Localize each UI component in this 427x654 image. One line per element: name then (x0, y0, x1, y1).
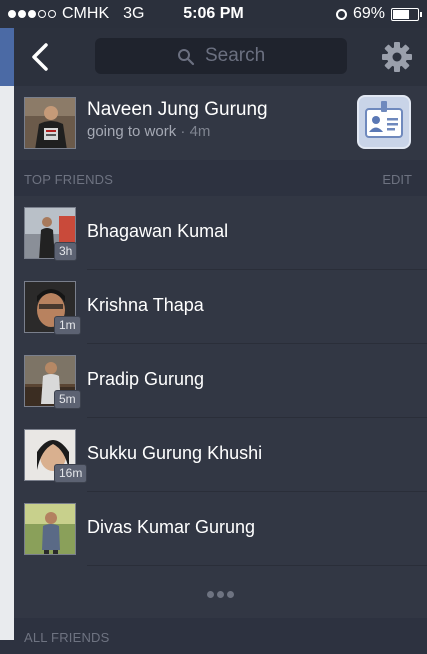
friend-row[interactable]: 1m Krishna Thapa (14, 270, 427, 344)
status-time: 4m (189, 123, 211, 140)
battery-percent: 69% (352, 5, 385, 22)
friend-name: Krishna Thapa (87, 295, 204, 315)
friends-panel: Search Naveen Jung Gurung going to work … (14, 28, 427, 654)
search-placeholder: Search (205, 45, 266, 66)
status-bar: CMHK 3G 5:06 PM 69% (0, 0, 427, 28)
battery-icon (391, 7, 422, 21)
section-title: ALL FRIENDS (24, 630, 110, 645)
last-active-badge: 5m (54, 390, 81, 409)
last-active-badge: 3h (54, 242, 78, 261)
all-friends-header: ALL FRIENDS (14, 618, 427, 654)
edit-button[interactable]: EDIT (382, 172, 412, 187)
settings-button[interactable] (381, 41, 413, 73)
feed-peek[interactable] (0, 28, 14, 640)
alarm-icon (335, 8, 347, 20)
top-friends-header: TOP FRIENDS EDIT (14, 160, 427, 196)
more-button[interactable] (14, 579, 427, 609)
profile-action-button[interactable] (357, 95, 411, 149)
friend-row[interactable]: 3h Bhagawan Kumal (14, 196, 427, 270)
friend-name: Bhagawan Kumal (87, 221, 229, 241)
last-active-badge: 1m (54, 316, 81, 335)
feed-peek-header (0, 28, 14, 86)
id-badge-icon (365, 101, 403, 138)
friend-name: Sukku Gurung Khushi (87, 443, 263, 463)
more-dots-icon (207, 591, 214, 598)
status-right: 69% (335, 5, 422, 23)
row-divider (87, 565, 427, 566)
friend-name: Divas Kumar Gurung (87, 517, 256, 537)
chevron-left-icon (32, 43, 48, 71)
friend-name: Pradip Gurung (87, 369, 205, 389)
friend-row[interactable]: Divas Kumar Gurung (14, 492, 427, 566)
more-dots-icon (217, 591, 224, 598)
search-icon (178, 49, 195, 66)
status-text: going to work (87, 123, 177, 140)
profile-avatar[interactable] (24, 97, 76, 149)
friend-row[interactable]: 16m Sukku Gurung Khushi (14, 418, 427, 492)
friend-avatar[interactable] (24, 503, 76, 555)
section-title: TOP FRIENDS (24, 172, 114, 187)
status-separator: · (176, 123, 190, 140)
gear-icon (382, 42, 412, 72)
more-dots-icon (227, 591, 234, 598)
panel-top-bar: Search (14, 28, 427, 86)
profile-row[interactable]: Naveen Jung Gurung going to work · 4m (14, 86, 427, 160)
search-input[interactable]: Search (95, 38, 347, 74)
friend-row[interactable]: 5m Pradip Gurung (14, 344, 427, 418)
profile-status: going to work · 4m (87, 123, 210, 140)
battery-fill (393, 9, 409, 19)
back-button[interactable] (26, 40, 56, 74)
profile-name: Naveen Jung Gurung (87, 99, 268, 120)
last-active-badge: 16m (54, 464, 88, 483)
